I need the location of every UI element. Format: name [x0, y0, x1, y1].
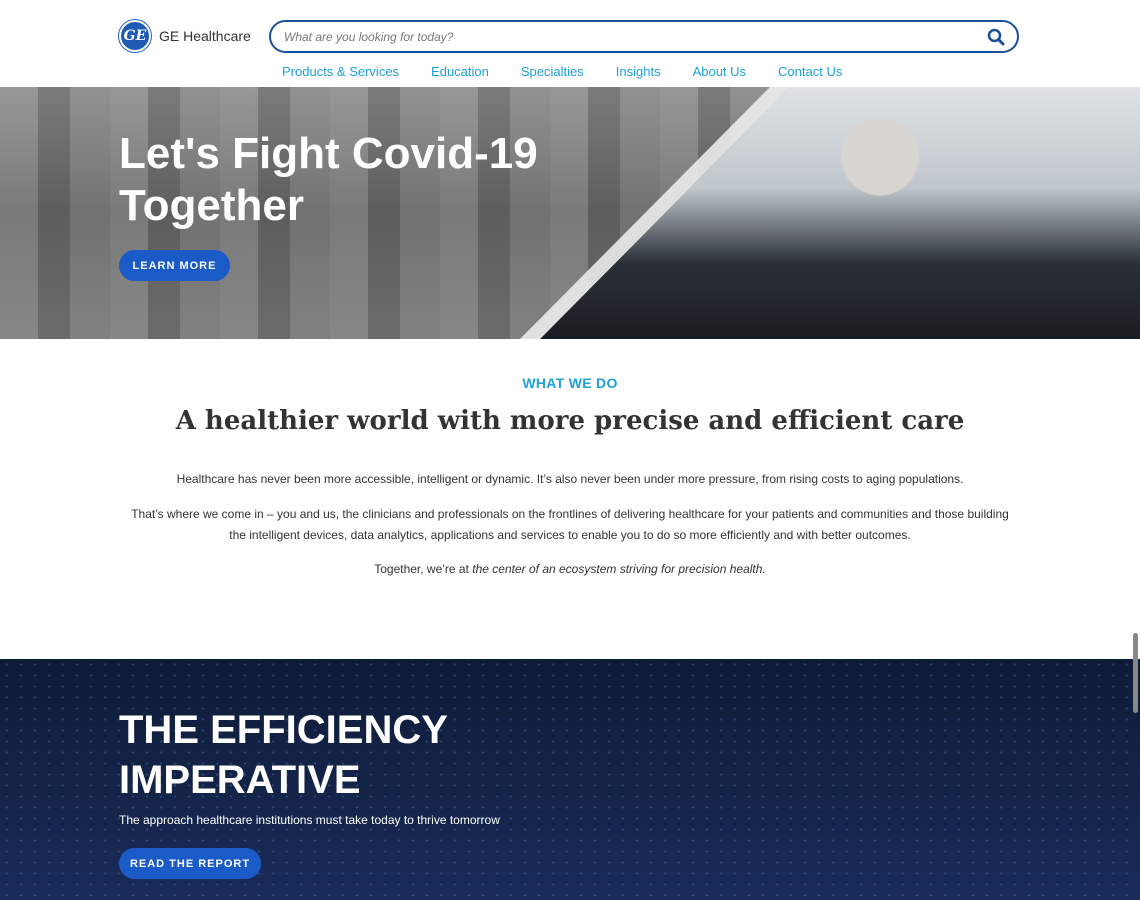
read-the-report-button[interactable]: READ THE REPORT	[119, 848, 261, 879]
intro-paragraph-2: That’s where we come in – you and us, th…	[131, 507, 1009, 542]
ge-healthcare-logo[interactable]: GE GE Healthcare	[119, 20, 251, 52]
nav-products-services[interactable]: Products & Services	[266, 63, 415, 81]
what-we-do-title: A healthier world with more precise and …	[175, 406, 965, 436]
nav-specialties[interactable]: Specialties	[505, 63, 600, 81]
ge-logo-icon: GE	[119, 20, 151, 52]
hero-title: Let's Fight Covid-19 Together	[119, 129, 538, 230]
learn-more-button[interactable]: LEARN MORE	[119, 250, 230, 281]
nav-contact-us[interactable]: Contact Us	[762, 63, 858, 81]
search-bar	[269, 20, 1019, 53]
intro-paragraph-3: Together, we’re at the center of an ecos…	[130, 559, 1010, 580]
site-header: GE GE Healthcare Products & Services Edu…	[0, 0, 1140, 87]
intro-paragraph-1: Healthcare has never been more accessibl…	[176, 472, 964, 486]
search-icon[interactable]	[985, 26, 1007, 48]
efficiency-title: THE EFFICIENCY IMPERATIVE	[119, 708, 448, 802]
main-nav: Products & Services Education Specialtie…	[266, 63, 858, 81]
nav-education[interactable]: Education	[415, 63, 505, 81]
p3-italic[interactable]: the center of an ecosystem striving for …	[472, 562, 765, 576]
nav-insights[interactable]: Insights	[600, 63, 677, 81]
efficiency-subtitle: The approach healthcare institutions mus…	[119, 813, 500, 827]
what-we-do-label: WHAT WE DO	[522, 375, 618, 391]
logo-text: GE Healthcare	[159, 28, 251, 44]
nav-about-us[interactable]: About Us	[677, 63, 762, 81]
scrollbar-thumb[interactable]	[1133, 633, 1138, 713]
p3-prefix: Together, we’re at	[374, 562, 473, 576]
search-input[interactable]	[284, 23, 985, 50]
